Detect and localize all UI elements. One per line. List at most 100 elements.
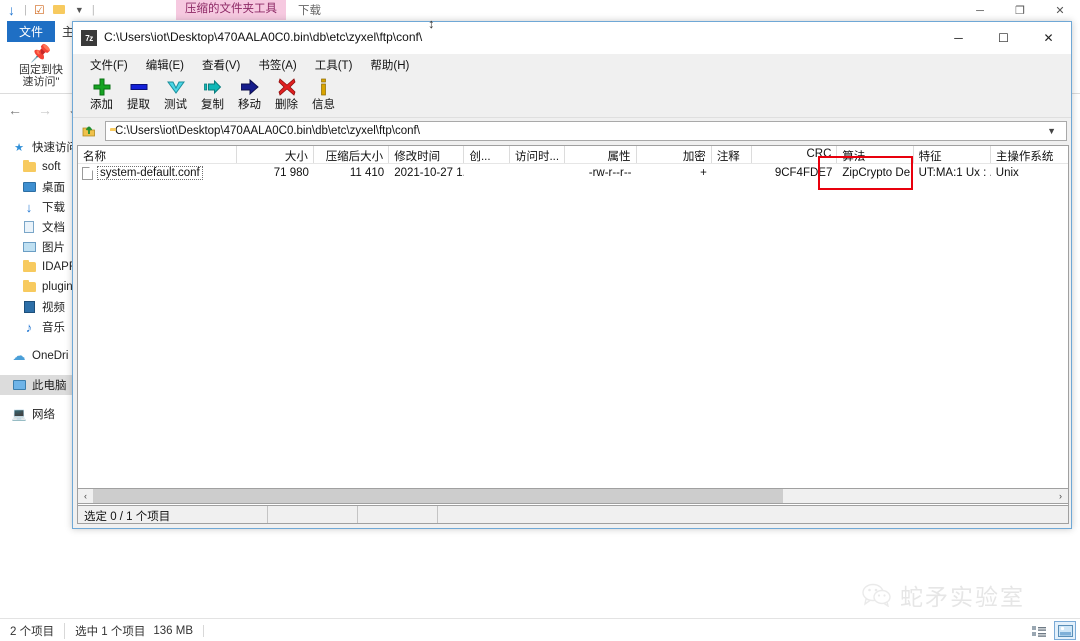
sidebar-item-label: soft [42,161,61,173]
up-folder-icon[interactable] [77,120,101,141]
maximize-button[interactable]: ☐ [981,22,1026,53]
folder-icon [22,279,36,294]
tab-file[interactable]: 文件 [7,21,55,42]
forward-button[interactable]: → [38,102,52,118]
sidebar-item-onedrive[interactable]: ☁ OneDri [0,346,80,366]
tab-download[interactable]: 下载 [286,0,333,21]
column-header-accessed[interactable]: 访问时... [510,146,566,163]
column-header-crc[interactable]: CRC [752,146,838,163]
sidebar-item-documents[interactable]: 文档 [0,217,80,237]
scrollbar-track[interactable] [93,489,1053,503]
ribbon-contextual-tabs: 压缩的文件夹工具 下载 [176,0,333,20]
pin-label-line2: 速访问" [22,76,60,88]
cell-characteristics: UT:MA:1 Ux : ... [918,167,991,179]
sidebar-item-music[interactable]: ♪ 音乐 [0,317,80,337]
scroll-left-arrow[interactable]: ‹ [78,489,93,503]
toolbar-test-button[interactable]: 测试 [157,76,194,112]
sidebar-item-idapr[interactable]: IDAPR [0,257,80,277]
column-header-host-os[interactable]: 主操作系统 [991,146,1068,163]
sidebar-item-soft[interactable]: soft [0,157,80,177]
menu-bookmarks[interactable]: 书签(A) [249,55,305,75]
info-icon [315,76,333,98]
sidebar-item-plugin[interactable]: plugin [0,277,80,297]
address-combobox[interactable]: C:\Users\iot\Desktop\470AALA0C0.bin\db\e… [105,120,1067,141]
sevenzip-toolbar: 添加 提取 测试 复制 移动 删除 信息 [73,75,1071,118]
scroll-right-arrow[interactable]: › [1053,489,1068,503]
sidebar-item-downloads[interactable]: ↓ 下载 [0,197,80,217]
close-button[interactable]: ✕ [1040,0,1080,21]
minimize-button[interactable]: ─ [936,22,981,53]
sidebar-item-label: 视频 [42,302,65,314]
sevenzip-file-list[interactable]: 名称 大小 压缩后大小 修改时间 创... 访问时... 属性 加密 注释 CR… [77,145,1069,507]
toolbar-add-button[interactable]: 添加 [83,76,120,112]
sidebar-item-label: 此电脑 [32,380,67,392]
chevron-down-icon[interactable]: ▼ [72,2,87,17]
toolbar-copy-button[interactable]: 复制 [194,76,231,112]
menu-view[interactable]: 查看(V) [193,55,249,75]
file-icon [82,166,93,180]
network-icon: 💻 [11,407,27,421]
details-view-button[interactable] [1028,621,1050,640]
address-path: C:\Users\iot\Desktop\470AALA0C0.bin\db\e… [115,124,420,137]
tab-compressed-folder-tools[interactable]: 压缩的文件夹工具 [176,0,286,20]
wechat-icon [862,583,892,608]
pin-to-quick-access-button[interactable]: 📌 固定到快 速访问" [10,44,72,88]
toolbar-extract-label: 提取 [127,99,150,111]
cell-host-os: Unix [995,167,1019,179]
sidebar-item-label: 桌面 [42,182,65,194]
sidebar-item-desktop[interactable]: 桌面 [0,177,80,197]
back-button[interactable]: ← [8,102,22,118]
restore-button[interactable]: ❐ [1000,0,1040,21]
column-header-encrypted[interactable]: 加密 [637,146,712,163]
column-header-packed-size[interactable]: 压缩后大小 [314,146,390,163]
sidebar-item-this-pc[interactable]: 此电脑 [0,375,80,395]
close-button[interactable]: ✕ [1026,22,1071,53]
divider: | [24,3,27,16]
horizontal-scrollbar[interactable]: ‹ › [77,488,1069,504]
table-row[interactable]: system-default.conf 71 980 11 410 2021-1… [78,164,1068,182]
status-cell-2 [268,506,358,523]
folder-icon [22,259,36,274]
music-icon: ♪ [25,319,33,335]
download-icon[interactable]: ↓ [4,2,19,18]
divider: | [91,3,95,16]
column-header-size[interactable]: 大小 [237,146,314,163]
explorer-statusbar: 2 个项目 选中 1 个项目 136 MB [0,618,1080,641]
toolbar-move-button[interactable]: 移动 [231,76,268,112]
toolbar-extract-button[interactable]: 提取 [120,76,157,112]
column-header-characteristics[interactable]: 特征 [914,146,991,163]
toolbar-copy-label: 复制 [201,99,224,111]
sevenzip-app-icon: 7z [81,30,97,46]
new-folder-icon[interactable] [52,2,67,17]
column-header-name[interactable]: 名称 [78,146,237,163]
menu-edit[interactable]: 编辑(E) [137,55,193,75]
sidebar-item-label: OneDri [32,350,69,362]
minimize-button[interactable]: ─ [960,0,1000,21]
sidebar-item-network[interactable]: 💻 网络 [0,404,80,424]
column-header-attributes[interactable]: 属性 [565,146,637,163]
menu-help[interactable]: 帮助(H) [361,55,418,75]
chevron-down-icon[interactable]: ▼ [1047,126,1056,136]
sevenzip-window: 7z C:\Users\iot\Desktop\470AALA0C0.bin\d… [72,21,1072,529]
large-icons-view-button[interactable] [1054,621,1076,640]
toolbar-delete-label: 删除 [275,99,298,111]
column-header-modified[interactable]: 修改时间 [389,146,465,163]
toolbar-info-button[interactable]: 信息 [305,76,342,112]
copy-arrow-icon [203,76,222,98]
cell-modified: 2021-10-27 1... [394,167,465,179]
properties-icon[interactable]: ☑ [32,2,47,17]
column-header-created[interactable]: 创... [464,146,510,163]
column-header-method[interactable]: 算法 [837,146,914,163]
cell-name[interactable]: system-default.conf [78,166,237,180]
toolbar-delete-button[interactable]: 删除 [268,76,305,112]
sidebar-item-quick-access[interactable]: ★ 快速访问 [0,137,80,157]
menu-file[interactable]: 文件(F) [81,55,137,75]
menu-tools[interactable]: 工具(T) [306,55,362,75]
column-header-comment[interactable]: 注释 [712,146,752,163]
sevenzip-menubar: 文件(F) 编辑(E) 查看(V) 书签(A) 工具(T) 帮助(H) [73,54,1071,75]
sidebar-item-videos[interactable]: 视频 [0,297,80,317]
scrollbar-thumb[interactable] [93,489,783,503]
test-check-icon [166,76,185,98]
sidebar-item-pictures[interactable]: 图片 [0,237,80,257]
watermark: 蛇矛实验室 [862,578,1025,612]
